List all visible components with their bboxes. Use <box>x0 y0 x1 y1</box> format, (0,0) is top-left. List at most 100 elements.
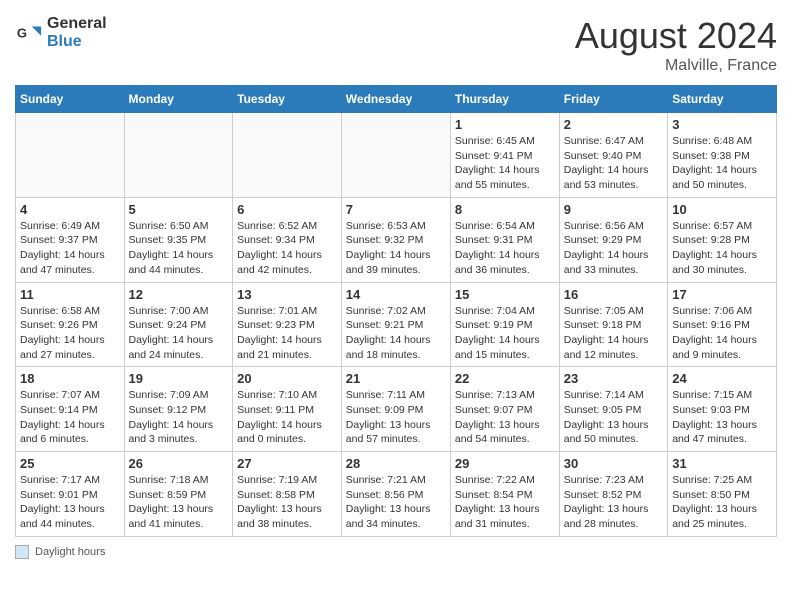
calendar-cell: 7 Sunrise: 6:53 AM Sunset: 9:32 PM Daylig… <box>341 197 450 282</box>
day-number: 14 <box>346 287 446 302</box>
daylight-label: Daylight hours <box>35 546 105 558</box>
day-info: Sunrise: 7:15 AM Sunset: 9:03 PM Dayligh… <box>672 388 772 447</box>
calendar-cell <box>16 113 125 198</box>
logo-icon: G <box>15 19 43 47</box>
day-info: Sunrise: 6:47 AM Sunset: 9:40 PM Dayligh… <box>564 134 663 193</box>
day-number: 10 <box>672 202 772 217</box>
day-info: Sunrise: 7:14 AM Sunset: 9:05 PM Dayligh… <box>564 388 663 447</box>
day-number: 21 <box>346 371 446 386</box>
column-header-tuesday: Tuesday <box>233 86 342 113</box>
day-info: Sunrise: 6:57 AM Sunset: 9:28 PM Dayligh… <box>672 219 772 278</box>
calendar-cell: 26 Sunrise: 7:18 AM Sunset: 8:59 PM Dayli… <box>124 452 233 537</box>
calendar-cell: 5 Sunrise: 6:50 AM Sunset: 9:35 PM Daylig… <box>124 197 233 282</box>
day-info: Sunrise: 7:00 AM Sunset: 9:24 PM Dayligh… <box>129 304 229 363</box>
day-info: Sunrise: 7:10 AM Sunset: 9:11 PM Dayligh… <box>237 388 337 447</box>
day-info: Sunrise: 7:13 AM Sunset: 9:07 PM Dayligh… <box>455 388 555 447</box>
day-number: 6 <box>237 202 337 217</box>
calendar-cell: 27Sunrise: 7:19 AM Sunset: 8:58 PM Dayli… <box>233 452 342 537</box>
column-header-saturday: Saturday <box>668 86 777 113</box>
page-header: G General Blue August 2024 Malville, Fra… <box>15 15 777 75</box>
day-number: 18 <box>20 371 120 386</box>
day-info: Sunrise: 6:58 AM Sunset: 9:26 PM Dayligh… <box>20 304 120 363</box>
calendar-cell <box>341 113 450 198</box>
day-info: Sunrise: 7:04 AM Sunset: 9:19 PM Dayligh… <box>455 304 555 363</box>
day-number: 15 <box>455 287 555 302</box>
logo: G General Blue <box>15 15 107 50</box>
day-number: 13 <box>237 287 337 302</box>
calendar-cell: 25Sunrise: 7:17 AM Sunset: 9:01 PM Dayli… <box>16 452 125 537</box>
svg-text:G: G <box>17 25 27 40</box>
day-info: Sunrise: 7:21 AM Sunset: 8:56 PM Dayligh… <box>346 473 446 532</box>
day-info: Sunrise: 7:09 AM Sunset: 9:12 PM Dayligh… <box>129 388 229 447</box>
day-info: Sunrise: 7:01 AM Sunset: 9:23 PM Dayligh… <box>237 304 337 363</box>
day-info: Sunrise: 7:22 AM Sunset: 8:54 PM Dayligh… <box>455 473 555 532</box>
day-number: 23 <box>564 371 663 386</box>
calendar-cell: 8 Sunrise: 6:54 AM Sunset: 9:31 PM Daylig… <box>450 197 559 282</box>
day-number: 29 <box>455 456 555 471</box>
calendar-cell: 1 Sunrise: 6:45 AM Sunset: 9:41 PM Daylig… <box>450 113 559 198</box>
day-info: Sunrise: 6:54 AM Sunset: 9:31 PM Dayligh… <box>455 219 555 278</box>
calendar-cell: 13 Sunrise: 7:01 AM Sunset: 9:23 PM Dayli… <box>233 282 342 367</box>
week-row-5: 25Sunrise: 7:17 AM Sunset: 9:01 PM Dayli… <box>16 452 777 537</box>
column-header-thursday: Thursday <box>450 86 559 113</box>
column-header-monday: Monday <box>124 86 233 113</box>
day-number: 9 <box>564 202 663 217</box>
week-row-3: 11 Sunrise: 6:58 AM Sunset: 9:26 PM Dayli… <box>16 282 777 367</box>
day-number: 11 <box>20 287 120 302</box>
column-header-wednesday: Wednesday <box>341 86 450 113</box>
day-number: 20 <box>237 371 337 386</box>
calendar-cell: 4 Sunrise: 6:49 AM Sunset: 9:37 PM Daylig… <box>16 197 125 282</box>
calendar-cell: 23 Sunrise: 7:14 AM Sunset: 9:05 PM Dayli… <box>559 367 667 452</box>
day-info: Sunrise: 6:56 AM Sunset: 9:29 PM Dayligh… <box>564 219 663 278</box>
daylight-box <box>15 545 29 559</box>
month-title: August 2024 <box>575 15 777 57</box>
day-number: 8 <box>455 202 555 217</box>
day-number: 2 <box>564 117 663 132</box>
calendar-cell: 21 Sunrise: 7:11 AM Sunset: 9:09 PM Dayli… <box>341 367 450 452</box>
week-row-2: 4 Sunrise: 6:49 AM Sunset: 9:37 PM Daylig… <box>16 197 777 282</box>
calendar-cell: 31Sunrise: 7:25 AM Sunset: 8:50 PM Dayli… <box>668 452 777 537</box>
day-info: Sunrise: 6:53 AM Sunset: 9:32 PM Dayligh… <box>346 219 446 278</box>
calendar-table: SundayMondayTuesdayWednesdayThursdayFrid… <box>15 85 777 537</box>
day-number: 28 <box>346 456 446 471</box>
day-info: Sunrise: 6:45 AM Sunset: 9:41 PM Dayligh… <box>455 134 555 193</box>
footer: Daylight hours <box>15 545 777 559</box>
day-info: Sunrise: 7:11 AM Sunset: 9:09 PM Dayligh… <box>346 388 446 447</box>
day-number: 17 <box>672 287 772 302</box>
day-info: Sunrise: 6:50 AM Sunset: 9:35 PM Dayligh… <box>129 219 229 278</box>
calendar-cell: 29 Sunrise: 7:22 AM Sunset: 8:54 PM Dayli… <box>450 452 559 537</box>
location: Malville, France <box>575 57 777 75</box>
day-number: 1 <box>455 117 555 132</box>
day-info: Sunrise: 7:18 AM Sunset: 8:59 PM Dayligh… <box>129 473 229 532</box>
day-number: 31 <box>672 456 772 471</box>
day-number: 25 <box>20 456 120 471</box>
day-info: Sunrise: 7:02 AM Sunset: 9:21 PM Dayligh… <box>346 304 446 363</box>
day-info: Sunrise: 7:05 AM Sunset: 9:18 PM Dayligh… <box>564 304 663 363</box>
calendar-cell: 17Sunrise: 7:06 AM Sunset: 9:16 PM Dayli… <box>668 282 777 367</box>
day-number: 26 <box>129 456 229 471</box>
week-row-4: 18Sunrise: 7:07 AM Sunset: 9:14 PM Dayli… <box>16 367 777 452</box>
calendar-cell: 10 Sunrise: 6:57 AM Sunset: 9:28 PM Dayli… <box>668 197 777 282</box>
calendar-cell: 15 Sunrise: 7:04 AM Sunset: 9:19 PM Dayli… <box>450 282 559 367</box>
day-number: 30 <box>564 456 663 471</box>
logo-blue: Blue <box>47 33 107 51</box>
calendar-cell: 19Sunrise: 7:09 AM Sunset: 9:12 PM Dayli… <box>124 367 233 452</box>
day-number: 7 <box>346 202 446 217</box>
day-number: 4 <box>20 202 120 217</box>
calendar-cell: 3Sunrise: 6:48 AM Sunset: 9:38 PM Daylig… <box>668 113 777 198</box>
calendar-cell: 20 Sunrise: 7:10 AM Sunset: 9:11 PM Dayli… <box>233 367 342 452</box>
calendar-cell: 30Sunrise: 7:23 AM Sunset: 8:52 PM Dayli… <box>559 452 667 537</box>
day-info: Sunrise: 6:49 AM Sunset: 9:37 PM Dayligh… <box>20 219 120 278</box>
week-row-1: 1 Sunrise: 6:45 AM Sunset: 9:41 PM Daylig… <box>16 113 777 198</box>
calendar-cell: 22Sunrise: 7:13 AM Sunset: 9:07 PM Dayli… <box>450 367 559 452</box>
day-number: 24 <box>672 371 772 386</box>
calendar-cell: 14 Sunrise: 7:02 AM Sunset: 9:21 PM Dayli… <box>341 282 450 367</box>
day-number: 5 <box>129 202 229 217</box>
calendar-cell <box>233 113 342 198</box>
day-number: 3 <box>672 117 772 132</box>
calendar-cell: 28 Sunrise: 7:21 AM Sunset: 8:56 PM Dayli… <box>341 452 450 537</box>
footer-item: Daylight hours <box>15 545 777 559</box>
calendar-cell: 24 Sunrise: 7:15 AM Sunset: 9:03 PM Dayli… <box>668 367 777 452</box>
calendar-cell: 16Sunrise: 7:05 AM Sunset: 9:18 PM Dayli… <box>559 282 667 367</box>
calendar-cell: 2 Sunrise: 6:47 AM Sunset: 9:40 PM Daylig… <box>559 113 667 198</box>
